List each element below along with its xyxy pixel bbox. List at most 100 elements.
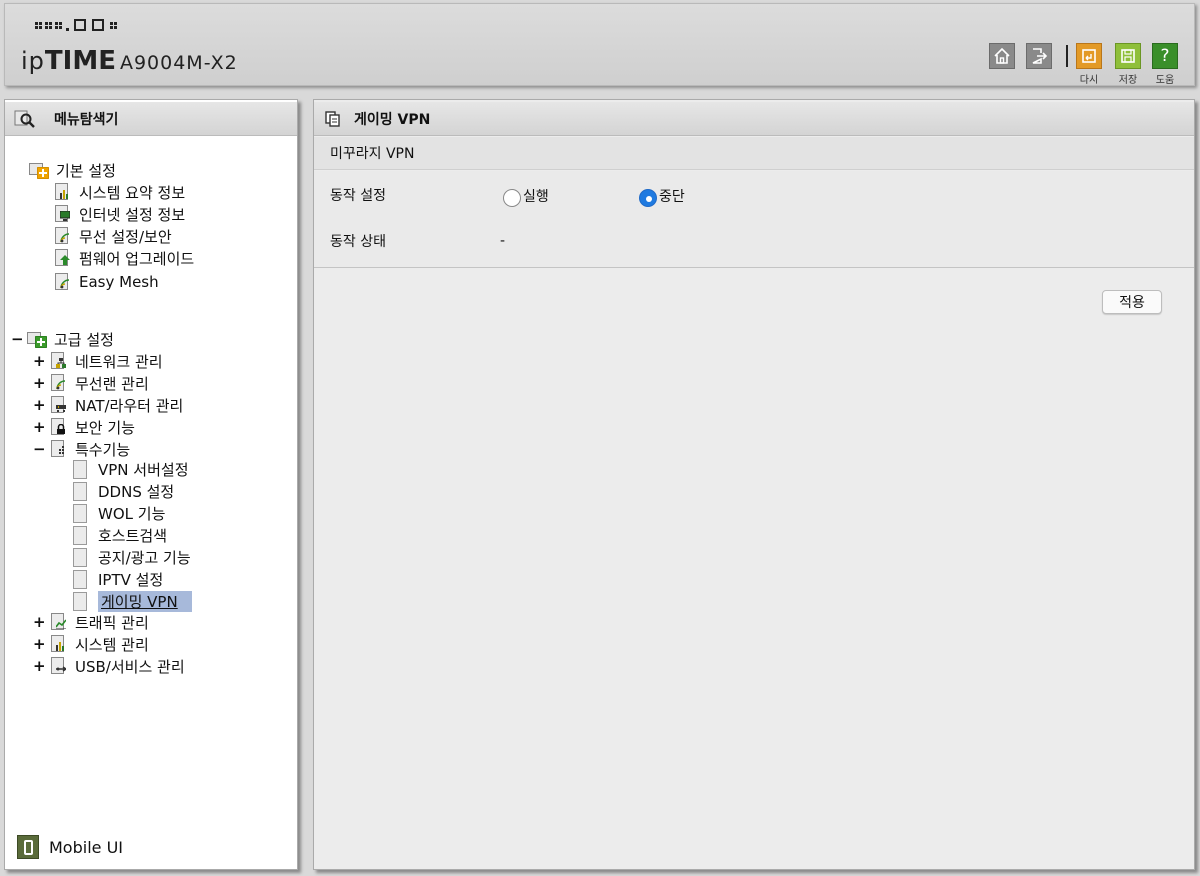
header-separator [1066,45,1068,67]
tree-label: 특수기능 [75,440,131,459]
collapse-toggle[interactable]: − [11,330,24,348]
main-panel: 게이밍 VPN 미꾸라지 VPN 동작 설정 실행 중단 동작 상태 - 적용 [313,99,1195,870]
tree-label: 고급 설정 [54,330,114,349]
tree-item-ddns[interactable]: DDNS 설정 [73,480,174,502]
logo-time: TIME [44,46,116,76]
page-title: 게이밍 VPN [354,111,431,128]
tree-label: NAT/라우터 관리 [75,396,184,415]
tree-label: IPTV 설정 [98,570,164,589]
logo-ip: ip [21,47,45,75]
usb-icon [49,656,69,676]
reload-button[interactable] [1076,43,1102,69]
reload-icon [1082,49,1096,63]
tree-label: 펌웨어 업그레이드 [79,249,195,268]
page-icon [73,481,87,501]
page-icon [73,459,87,479]
page-icon [73,547,87,567]
tree-group-security[interactable]: + 보안 기능 [33,416,135,438]
mobile-ui-label: Mobile UI [49,837,123,857]
collapse-toggle[interactable]: − [33,440,46,458]
tree-label: 트래픽 관리 [75,613,149,632]
operation-status-label: 동작 상태 [330,234,386,250]
router-icon [49,395,69,415]
expand-toggle[interactable]: + [33,418,46,436]
tree-group-traffic[interactable]: + 트래픽 관리 [33,611,149,633]
tree-label: WOL 기능 [98,504,166,523]
save-label: 저장 [1118,75,1138,86]
network-icon [49,351,69,371]
tree-label: 시스템 요약 정보 [79,183,186,202]
help-icon: ? [1160,46,1170,66]
tree-label-selected: 게이밍 VPN [98,590,192,612]
tree-group-special[interactable]: − 특수기능 [33,438,130,460]
help-label: 도움 [1155,75,1175,86]
tree-item-gaming-vpn[interactable]: 게이밍 VPN [73,590,192,612]
tree-label: 공지/광고 기능 [98,548,191,567]
tree-label: 호스트검색 [98,526,168,545]
operation-status-value: - [500,233,506,249]
lock-icon [49,417,69,437]
wifi-icon [53,272,73,292]
run-radio[interactable] [503,189,521,207]
wifi-icon [49,373,69,393]
expand-toggle[interactable]: + [33,352,46,370]
expand-toggle[interactable]: + [33,657,46,675]
tree-label: DDNS 설정 [98,482,175,501]
tree-item-easy-mesh[interactable]: Easy Mesh [53,271,159,293]
operation-setting-label: 동작 설정 [330,188,386,204]
section-label: 미꾸라지 VPN [330,146,415,162]
tree-item-internet-info[interactable]: 인터넷 설정 정보 [53,203,185,225]
page-copy-icon [325,110,340,127]
mobile-ui-link[interactable]: Mobile UI [17,835,123,859]
apply-button[interactable]: 적용 [1102,290,1162,314]
tree-label: 기본 설정 [56,161,116,180]
tree-item-notice-ad[interactable]: 공지/광고 기능 [73,546,191,568]
expand-toggle[interactable]: + [33,613,46,631]
dots-grid-icon [49,439,69,459]
chart-icon [49,634,69,654]
magnifier-icon [14,110,35,128]
page-icon [73,569,87,589]
tree-item-host-search[interactable]: 호스트검색 [73,524,167,546]
top-header: ip TIME A9004M-X2 다시 저장 ? 도움 [4,3,1195,86]
tree-item-wireless-security[interactable]: 무선 설정/보안 [53,225,172,247]
expand-toggle[interactable]: + [33,374,46,392]
stop-radio[interactable] [639,189,657,207]
tree-group-network[interactable]: + 네트워크 관리 [33,350,163,372]
run-radio-label[interactable]: 실행 [523,186,549,206]
tree-item-system-summary[interactable]: 시스템 요약 정보 [53,181,185,203]
save-button[interactable] [1115,43,1141,69]
mobile-phone-icon [17,835,39,859]
chart-icon [53,182,73,202]
sidebar-header: 메뉴탐색기 [5,102,297,136]
tree-group-wireless[interactable]: + 무선랜 관리 [33,372,149,394]
tree-item-firmware-upgrade[interactable]: 펌웨어 업그레이드 [53,247,194,269]
logout-button[interactable] [1026,43,1052,69]
tree-label: 무선 설정/보안 [79,227,172,246]
page-icon [73,503,87,523]
tree-advanced-settings[interactable]: − 고급 설정 [11,328,114,350]
tree-item-vpn-server[interactable]: VPN 서버설정 [73,458,189,480]
advanced-settings-folder-icon [27,330,52,348]
help-button[interactable]: ? [1152,43,1178,69]
home-button[interactable] [989,43,1015,69]
tree-group-system[interactable]: + 시스템 관리 [33,633,149,655]
brand-dots-logo [35,18,118,32]
page-icon [73,525,87,545]
tree-group-nat-router[interactable]: + NAT/라우터 관리 [33,394,183,416]
expand-toggle[interactable]: + [33,635,46,653]
tree-label: 시스템 관리 [75,635,149,654]
tree-item-wol[interactable]: WOL 기능 [73,502,165,524]
expand-toggle[interactable]: + [33,396,46,414]
tree-group-usb-service[interactable]: + USB/서비스 관리 [33,655,185,677]
tree-item-iptv[interactable]: IPTV 설정 [73,568,163,590]
settings-area: 동작 설정 실행 중단 동작 상태 - [314,171,1194,268]
tree-label: VPN 서버설정 [98,460,189,479]
tree-label: USB/서비스 관리 [75,657,185,676]
tree-basic-settings[interactable]: 기본 설정 [29,159,116,181]
basic-settings-folder-icon [29,161,54,179]
tree-label: 보안 기능 [75,418,135,437]
section-title: 미꾸라지 VPN [314,137,1194,170]
page-icon [73,591,87,611]
stop-radio-label[interactable]: 중단 [659,186,685,206]
